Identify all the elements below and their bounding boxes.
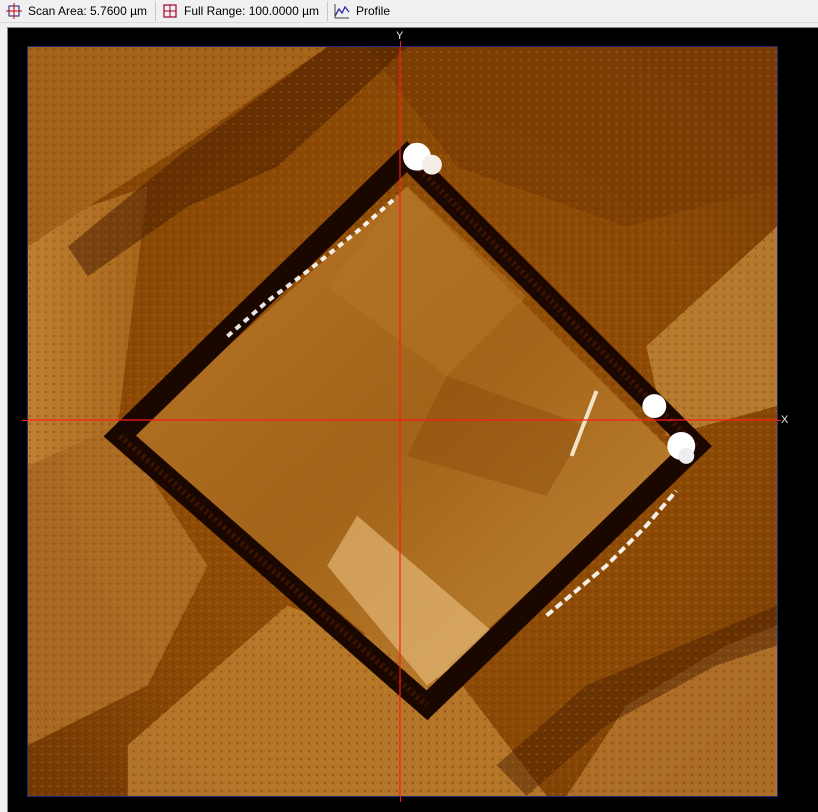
profile-label: Profile — [356, 4, 391, 18]
profile-button[interactable]: Profile — [328, 1, 398, 21]
scan-area-button[interactable]: Scan Area: 5.7600 µm — [0, 1, 156, 21]
particle-top-2 — [421, 154, 442, 175]
full-range-button[interactable]: Full Range: 100.0000 µm — [156, 1, 328, 21]
grid-icon — [163, 4, 177, 18]
crosshair-horizontal-ext-left — [22, 420, 28, 421]
afm-scan-image[interactable] — [27, 46, 778, 797]
particle-right — [642, 394, 667, 419]
x-axis-label: X — [781, 414, 789, 426]
crosshair-vertical-ext-bottom — [400, 796, 401, 802]
crosshair-icon — [6, 3, 22, 19]
y-axis-label: Y — [396, 30, 404, 42]
full-range-label: Full Range: 100.0000 µm — [184, 4, 319, 18]
particle-right-3 — [678, 447, 695, 464]
scan-area-label: Scan Area: 5.7600 µm — [28, 4, 147, 18]
profile-chart-icon — [334, 4, 350, 19]
view-toolbar: Scan Area: 5.7600 µm Full Range: 100.000… — [0, 0, 818, 23]
